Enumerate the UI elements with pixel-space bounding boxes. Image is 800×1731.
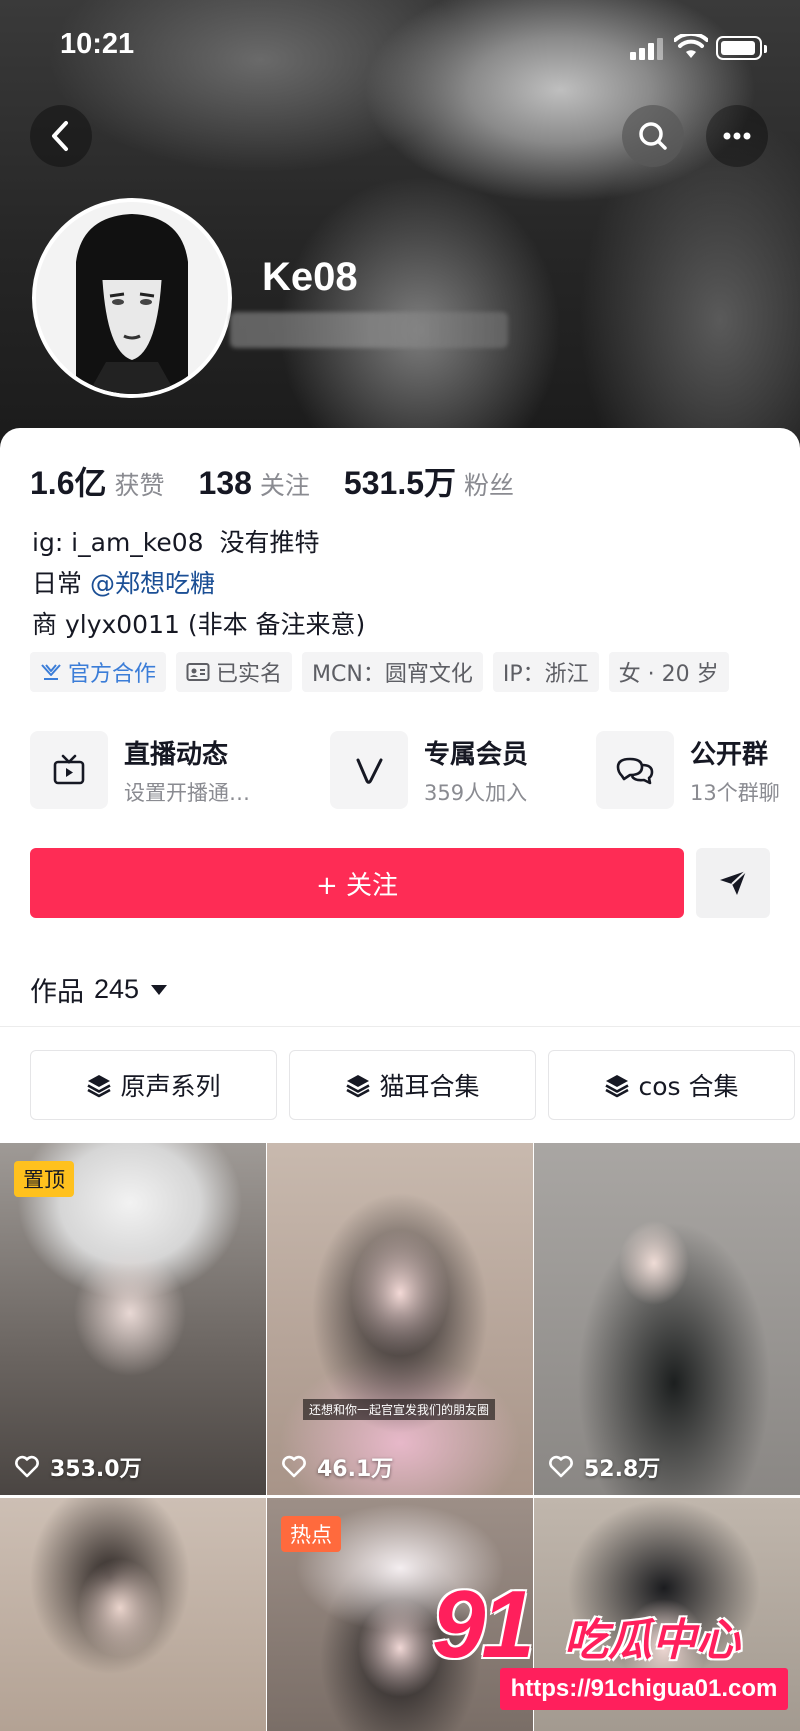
tag-ip-location: IP：浙江 [492, 652, 599, 692]
feature-row: 直播动态 设置开播通… 专属会员 359人加入 公开群 13个群聊 [30, 730, 800, 810]
like-count-value: 46.1万 [317, 1457, 394, 1482]
like-count-value: 52.8万 [584, 1457, 661, 1482]
feature-icon-box [596, 731, 674, 809]
stat-value: 1.6亿 [30, 465, 107, 501]
collection-chip[interactable]: cos 合集 [548, 1050, 795, 1120]
feature-subtitle: 设置开播通… [124, 780, 250, 805]
feature-live[interactable]: 直播动态 设置开播通… [30, 730, 250, 810]
avatar-illustration [36, 202, 228, 394]
more-button[interactable] [706, 105, 768, 167]
stat-value: 138 [198, 465, 252, 501]
stat-label: 获赞 [114, 471, 165, 500]
collection-chip[interactable]: 猫耳合集 [289, 1050, 536, 1120]
profile-header: 10:21 Ke08 [0, 0, 800, 450]
chevron-left-icon [52, 121, 68, 151]
bio-text: 日常 [32, 569, 90, 598]
like-count: 353.0万 [14, 1451, 142, 1483]
watermark-url: https://91chigua01.com [500, 1668, 788, 1710]
feature-icon-box [330, 731, 408, 809]
like-count-value: 353.0万 [50, 1457, 142, 1482]
video-thumbnail[interactable] [0, 1498, 266, 1731]
more-dots-icon [723, 132, 751, 140]
tag-mcn: MCN：圆宵文化 [302, 652, 483, 692]
feature-icon-box [30, 731, 108, 809]
mention-link[interactable]: @郑想吃糖 [90, 569, 215, 598]
watermark-number: 91 [432, 1571, 535, 1678]
like-count: 46.1万 [281, 1451, 393, 1483]
works-count: 245 [94, 974, 140, 1004]
feature-membership[interactable]: 专属会员 359人加入 [330, 730, 528, 810]
watermark: 91 吃瓜中心 https://91chigua01.com [432, 1570, 800, 1731]
redacted-user-id [230, 312, 508, 348]
bio-line: 商 ylyx0011 (非本 备注来意) [32, 610, 366, 639]
watermark-text: 吃瓜中心 [564, 1615, 740, 1666]
works-label: 作品 [30, 977, 84, 1008]
feature-title: 直播动态 [124, 739, 229, 770]
cellular-signal-icon [630, 38, 664, 60]
stat-label: 粉丝 [464, 471, 515, 500]
layers-icon [605, 1075, 630, 1098]
video-thumbnail[interactable]: 52.8万 [534, 1143, 800, 1495]
trending-badge: 热点 [281, 1516, 341, 1552]
send-icon [720, 870, 747, 895]
bio: ig: i_am_ke08 没有推特 日常 @郑想吃糖 商 ylyx0011 (… [32, 522, 365, 645]
feature-subtitle: 359人加入 [424, 780, 528, 805]
like-count: 52.8万 [548, 1451, 660, 1483]
feature-title: 专属会员 [424, 739, 529, 770]
tag-verified: 已实名 [176, 652, 293, 692]
tag-label: 官方合作 [68, 662, 157, 687]
stat-value: 531.5万 [343, 465, 457, 501]
profile-tags: 官方合作 已实名 MCN：圆宵文化 IP：浙江 女 · 20 岁 [30, 652, 729, 692]
collection-chip[interactable]: 原声系列 [30, 1050, 277, 1120]
tag-label: 女 · 20 岁 [618, 662, 719, 687]
id-card-icon [186, 663, 210, 681]
bio-line: 日常 @郑想吃糖 [32, 563, 365, 604]
tag-gender-age: 女 · 20 岁 [608, 652, 729, 692]
official-partner-icon [41, 664, 61, 680]
search-icon [639, 122, 667, 150]
stat-following[interactable]: 138 关注 [199, 465, 310, 502]
heart-icon [15, 1455, 39, 1478]
feature-subtitle: 13个群聊 [690, 780, 780, 805]
username: Ke08 [262, 255, 358, 299]
layers-icon [87, 1075, 112, 1098]
share-button[interactable] [696, 848, 770, 918]
avatar[interactable] [32, 198, 232, 398]
bio-line: ig: i_am_ke08 没有推特 [32, 528, 320, 557]
feature-title: 公开群 [690, 739, 769, 770]
video-thumbnail[interactable]: 还想和你一起官宣发我们的朋友圈 46.1万 [267, 1143, 533, 1495]
caret-down-icon [151, 984, 168, 995]
heart-icon [549, 1455, 573, 1478]
works-tab[interactable]: 作品 245 [30, 970, 168, 1009]
collection-label: 原声系列 [120, 1072, 221, 1101]
layers-icon [346, 1075, 371, 1098]
stat-followers[interactable]: 531.5万 粉丝 [344, 458, 514, 504]
pinned-badge: 置顶 [14, 1161, 74, 1197]
stats-row: 1.6亿 获赞 138 关注 531.5万 粉丝 [30, 458, 548, 501]
follow-button[interactable]: + 关注 [30, 848, 684, 918]
battery-icon [716, 36, 767, 60]
tag-label: MCN：圆宵文化 [312, 662, 473, 687]
search-button[interactable] [622, 105, 684, 167]
back-button[interactable] [30, 105, 92, 167]
collection-label: 猫耳合集 [379, 1072, 480, 1101]
chat-icon [616, 757, 654, 785]
tag-label: 已实名 [216, 662, 283, 687]
video-thumbnail[interactable]: 置顶 353.0万 [0, 1143, 266, 1495]
video-subtitle: 还想和你一起官宣发我们的朋友圈 [303, 1399, 496, 1420]
collection-label: cos 合集 [638, 1072, 739, 1101]
status-time: 10:21 [60, 28, 135, 60]
feature-group[interactable]: 公开群 13个群聊 [596, 730, 780, 810]
heart-icon [282, 1455, 306, 1478]
divider [0, 1026, 800, 1027]
tv-icon [53, 754, 85, 785]
status-bar: 10:21 [0, 0, 800, 96]
v-icon [356, 758, 383, 784]
tag-label: IP：浙江 [502, 662, 589, 687]
tag-official-partner[interactable]: 官方合作 [30, 652, 167, 692]
collections-row: 原声系列 猫耳合集 cos 合集 [30, 1050, 795, 1120]
wifi-icon [674, 34, 708, 58]
stat-likes: 1.6亿 获赞 [30, 458, 165, 504]
stat-label: 关注 [259, 471, 310, 500]
